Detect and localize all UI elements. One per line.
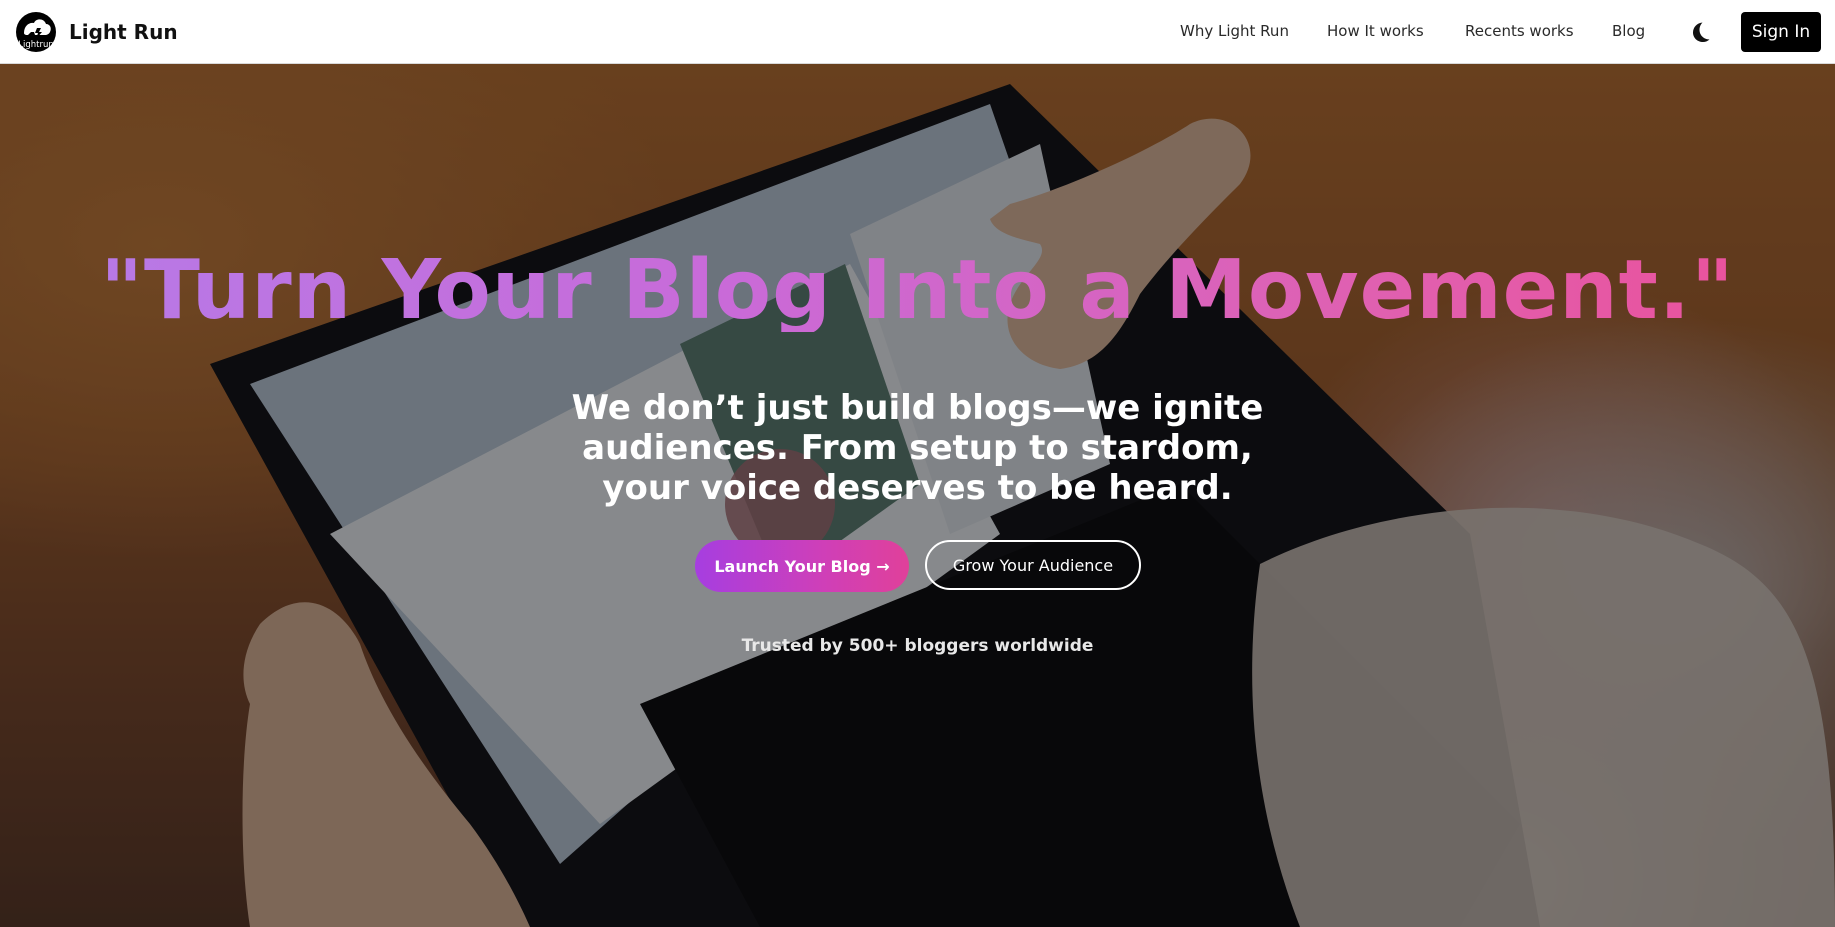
top-navbar: Lightrun Light Run Why Light Run How It … xyxy=(0,0,1835,64)
moon-icon[interactable] xyxy=(1688,20,1712,44)
brand-logo: Lightrun xyxy=(16,12,56,52)
launch-your-blog-button[interactable]: Launch Your Blog → xyxy=(695,540,909,592)
brand-name: Light Run xyxy=(69,20,178,44)
hero-subheadline: We don’t just build blogs—we ignite audi… xyxy=(571,388,1264,508)
grow-your-audience-button[interactable]: Grow Your Audience xyxy=(925,540,1141,590)
brand-home-link[interactable]: Lightrun Light Run xyxy=(15,11,178,53)
nav-link-recents-works[interactable]: Recents works xyxy=(1465,22,1574,40)
logo-text: Lightrun xyxy=(18,40,53,50)
sign-in-button[interactable]: Sign In xyxy=(1741,12,1821,52)
hero-headline: "Turn Your Blog Into a Movement." xyxy=(0,250,1835,332)
nav-link-why-light-run[interactable]: Why Light Run xyxy=(1180,22,1289,40)
nav-link-how-it-works[interactable]: How It works xyxy=(1327,22,1424,40)
trust-text: Trusted by 500+ bloggers worldwide xyxy=(741,636,1094,656)
nav-link-blog[interactable]: Blog xyxy=(1612,22,1645,40)
